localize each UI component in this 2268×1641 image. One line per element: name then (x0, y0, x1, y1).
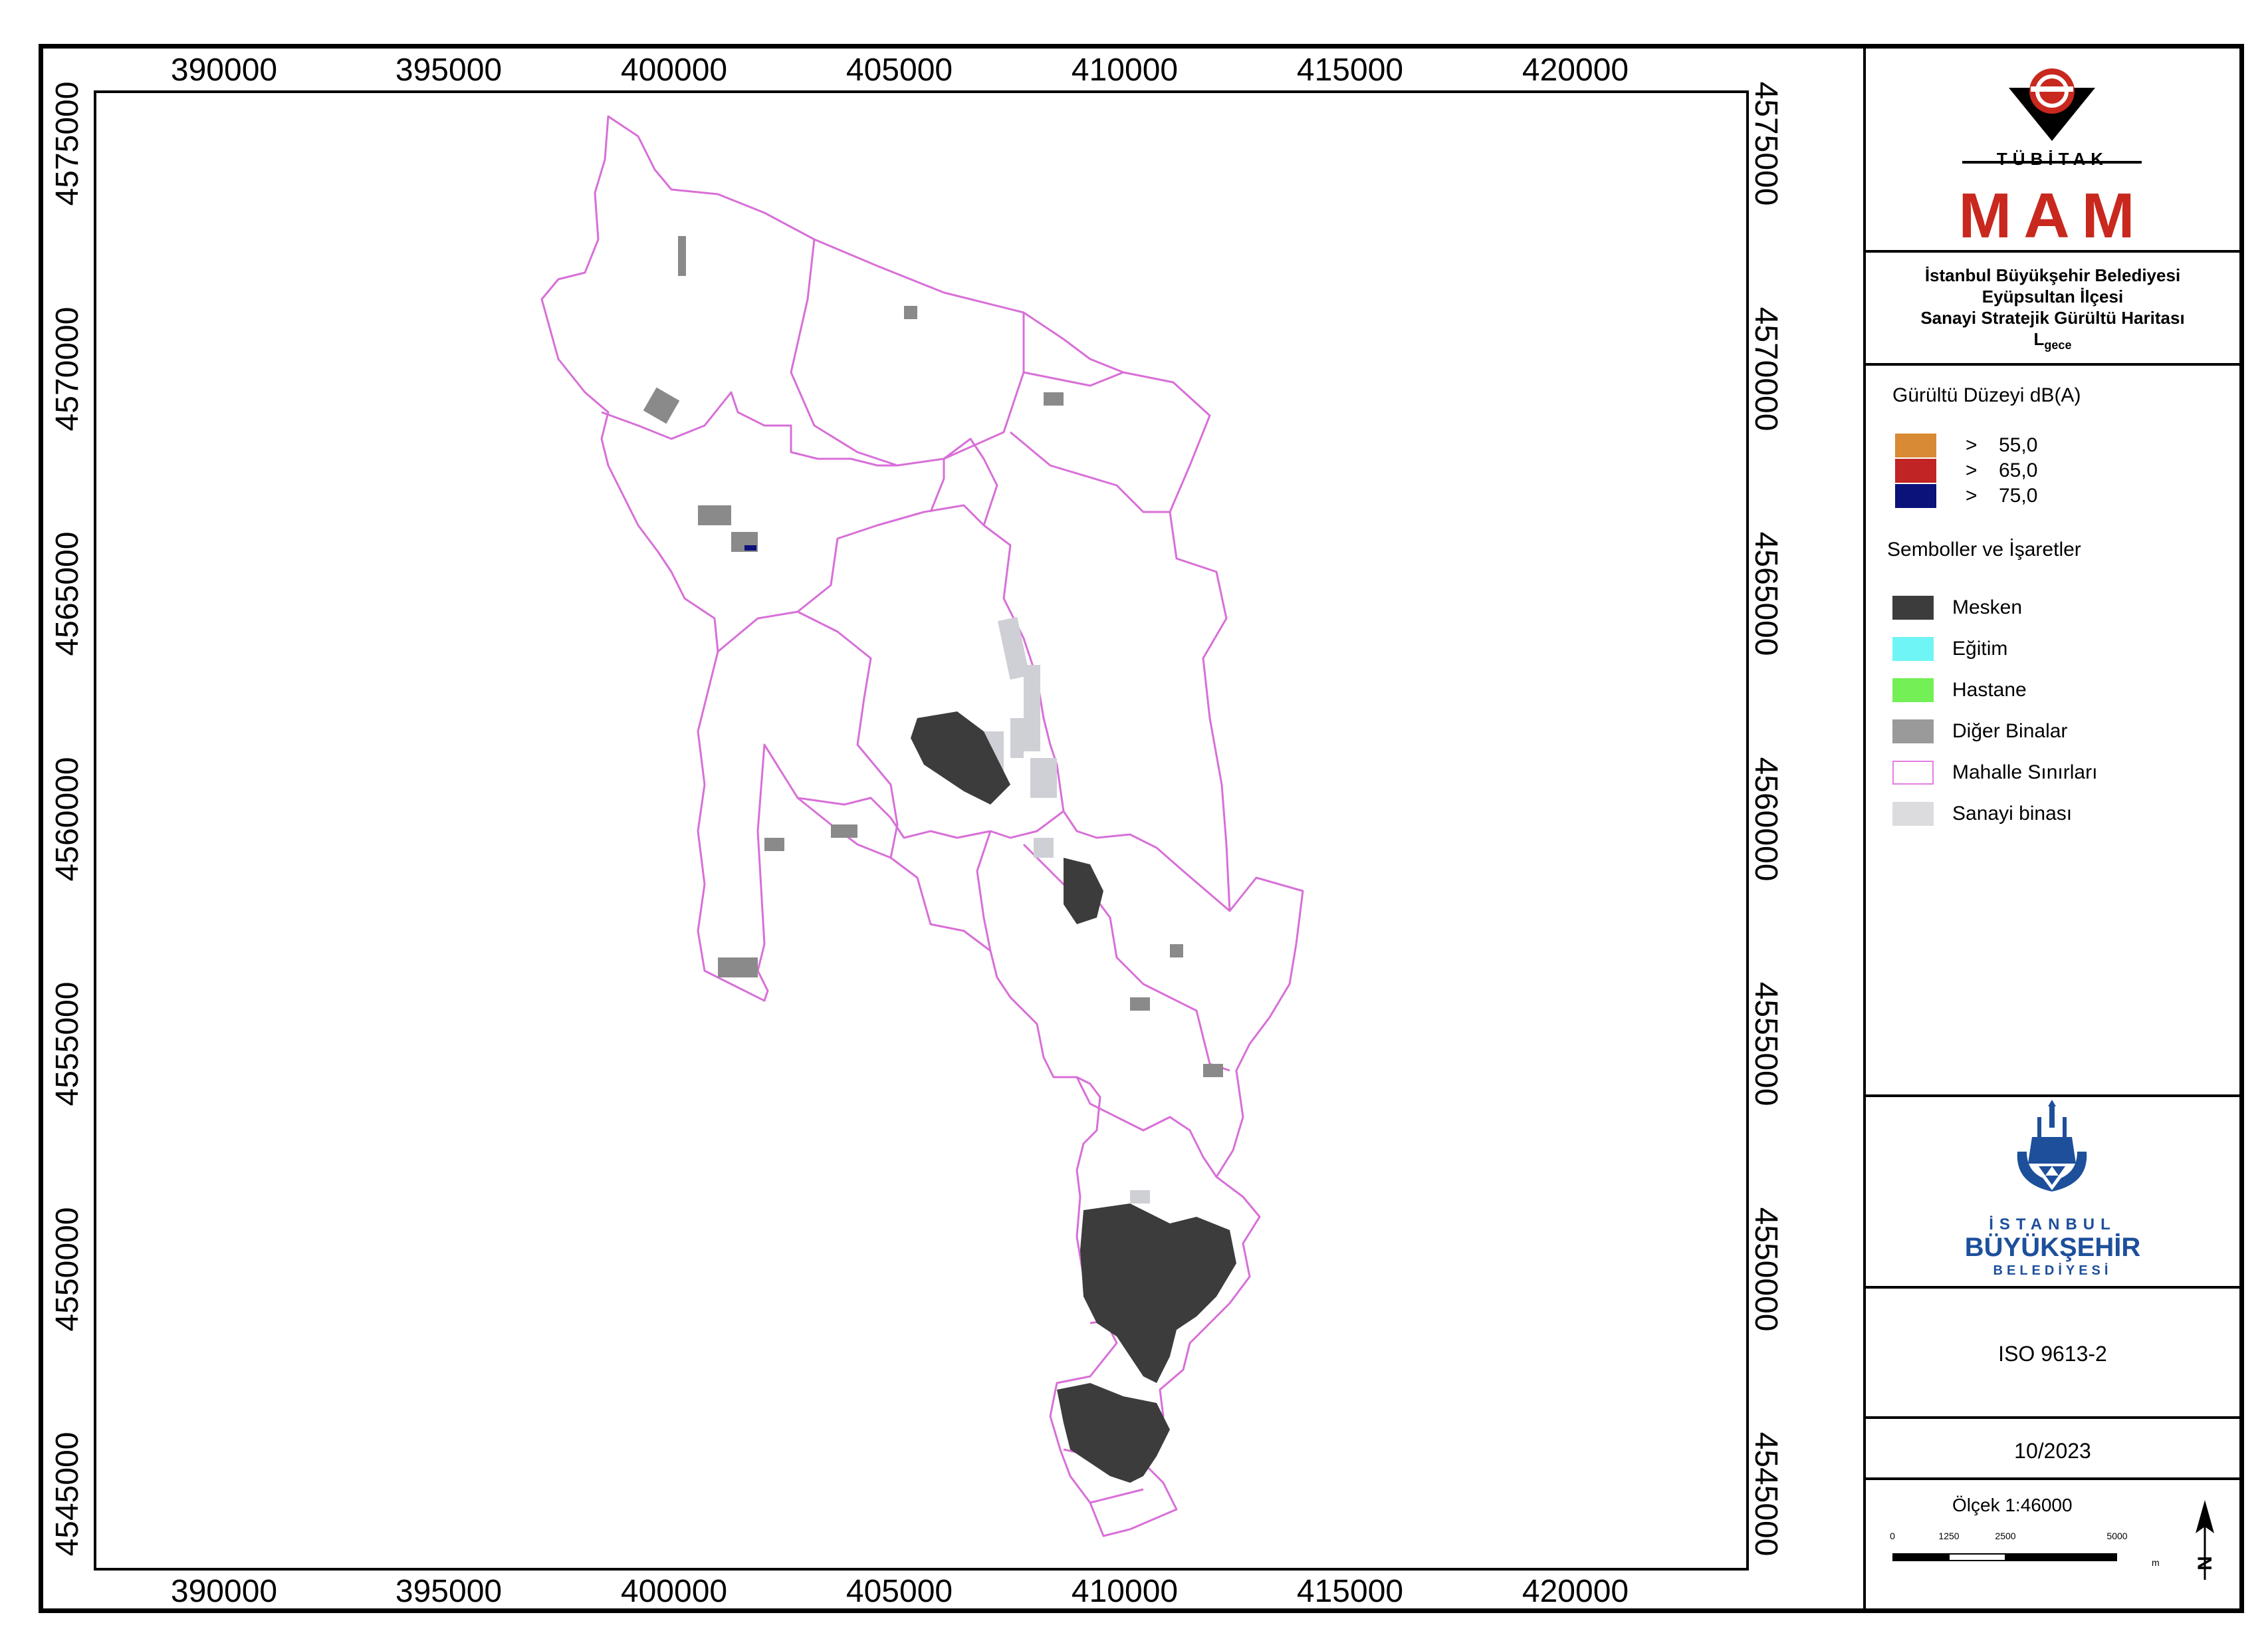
ibb-emblem (2017, 1100, 2087, 1192)
scale-block: Ölçek 1:46000 0 1250 2500 5000 m N (1866, 1480, 2239, 1610)
x-tick-label: 390000 (170, 1574, 278, 1609)
symbol-legend-title: Semboller ve İşaretler (1887, 539, 2081, 561)
industrial-areas (977, 616, 1150, 1237)
mahalle-boundary (790, 239, 1025, 467)
y-tick-label: 4555000 (1748, 981, 1783, 1106)
x-tick-label: 395000 (395, 53, 503, 88)
ibb-line-3: BELEDİYESİ (1993, 1263, 2112, 1278)
title-line-2: Eyüpsultan İlçesi (1982, 287, 2124, 307)
standard-text: ISO 9613-2 (1998, 1342, 2107, 1366)
noise-symbol: > (1966, 459, 1978, 481)
mam-wordmark: MAM (1958, 180, 2147, 251)
y-tick-label: 4550000 (1748, 1207, 1783, 1332)
x-tick-label: 415000 (1296, 53, 1404, 88)
x-tick-label: 395000 (395, 1574, 503, 1609)
x-tick-label: 410000 (1071, 53, 1179, 88)
noise-swatch-55 (1895, 434, 1936, 457)
diger-binalar-label: Diğer Binalar (1952, 720, 2068, 742)
egitim-swatch (1892, 637, 1934, 661)
y-tick-label: 4555000 (50, 981, 85, 1106)
noise-value: 65,0 (1999, 459, 2038, 481)
district-map (540, 115, 1304, 1537)
mahalle-boundary (1010, 371, 1170, 513)
hastane-swatch (1892, 678, 1934, 702)
legend-block: Gürültü Düzeyi dB(A) > 55,0 > 65,0 > 75,… (1866, 366, 2239, 1097)
tubitak-wordmark: TÜBİTAK (1996, 149, 2109, 169)
noise-contours (744, 545, 756, 551)
scale-bar (1892, 1553, 2117, 1561)
mahalle-sinirlari-label: Mahalle Sınırları (1952, 761, 2098, 783)
ibb-line-1: İSTANBUL (1989, 1215, 2116, 1233)
noise-value: 55,0 (1999, 434, 2038, 456)
noise-symbol: > (1966, 485, 1978, 507)
mahalle-boundary (601, 391, 897, 467)
title-metric: Lgece (2033, 329, 2072, 352)
scale-unit: m (2152, 1557, 2160, 1568)
x-tick-label: 415000 (1296, 1574, 1404, 1609)
scale-tick-0: 0 (1890, 1531, 1895, 1541)
diger-binalar-swatch (1892, 719, 1934, 743)
x-tick-label: 410000 (1071, 1574, 1179, 1609)
title-line-3: Sanayi Stratejik Gürültü Haritası (1920, 308, 2185, 328)
north-label: N (2194, 1556, 2216, 1571)
x-tick-label: 405000 (846, 1574, 953, 1609)
noise-symbol: > (1966, 434, 1978, 456)
hastane-label: Hastane (1952, 679, 2027, 701)
district-outline (540, 115, 1304, 1537)
mahalle-boundary (976, 830, 1230, 1072)
noise-swatch-65 (1895, 459, 1936, 483)
scale-tick-2500: 2500 (1995, 1531, 2016, 1541)
scale-label: Ölçek 1:46000 (1952, 1495, 2073, 1515)
scale-tick-5000: 5000 (2106, 1531, 2128, 1541)
egitim-label: Eğitim (1952, 638, 2008, 660)
x-tick-label: 420000 (1522, 53, 1629, 88)
date-text: 10/2023 (2014, 1439, 2091, 1463)
buildings-other (643, 236, 1223, 1077)
sanayi-binasi-swatch (1892, 802, 1934, 826)
y-tick-label: 4560000 (50, 757, 85, 882)
x-tick-label: 405000 (846, 53, 953, 88)
noise-legend-title: Gürültü Düzeyi dB(A) (1892, 384, 2081, 406)
mahalle-boundary (797, 610, 899, 858)
x-tick-label: 400000 (620, 1574, 728, 1609)
y-tick-label: 4575000 (50, 81, 85, 206)
y-tick-label: 4545000 (1748, 1432, 1783, 1557)
x-tick-label: 390000 (170, 53, 278, 88)
y-tick-label: 4565000 (50, 531, 85, 656)
y-tick-label: 4570000 (1748, 307, 1783, 432)
map-sheet: 390000 395000 400000 405000 410000 41500… (0, 0, 2268, 1641)
scale-tick-1250: 1250 (1938, 1531, 1960, 1541)
map-title-block: İstanbul Büyükşehir Belediyesi Eyüpsulta… (1866, 253, 2239, 366)
title-line-1: İstanbul Büyükşehir Belediyesi (1924, 265, 2181, 285)
sanayi-binasi-label: Sanayi binası (1952, 803, 2073, 824)
y-tick-label: 4560000 (1748, 757, 1783, 882)
y-tick-label: 4575000 (1748, 81, 1783, 206)
mahalle-sinirlari-swatch (1892, 761, 1934, 785)
standard-block: ISO 9613-2 (1866, 1289, 2239, 1419)
y-tick-label: 4545000 (50, 1432, 85, 1557)
y-tick-label: 4565000 (1748, 531, 1783, 656)
north-arrow-icon (2196, 1500, 2214, 1580)
noise-value: 75,0 (1999, 485, 2038, 507)
ibb-logo-block: İSTANBUL BÜYÜKŞEHİR BELEDİYESİ (1866, 1097, 2239, 1289)
x-tick-label: 400000 (620, 53, 728, 88)
tubitak-logo-block: TÜBİTAK MAM (1866, 48, 2239, 253)
y-tick-label: 4550000 (50, 1207, 85, 1332)
mesken-swatch (1892, 596, 1934, 620)
y-tick-label: 4570000 (50, 307, 85, 432)
ibb-line-2: BÜYÜKŞEHİR (1964, 1233, 2141, 1262)
date-block: 10/2023 (1866, 1419, 2239, 1480)
mesken-label: Mesken (1952, 596, 2023, 618)
x-tick-label: 420000 (1522, 1574, 1629, 1609)
mahalle-boundary (717, 438, 998, 653)
neighbourhood-boundaries (540, 115, 1304, 1537)
noise-swatch-75 (1895, 484, 1936, 508)
